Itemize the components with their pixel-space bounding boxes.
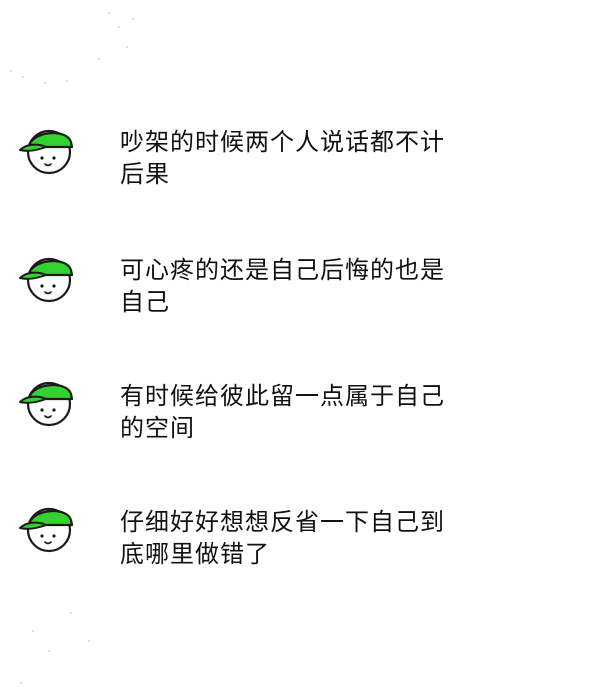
list-item: 有时候给彼此留一点属于自己 的空间 — [0, 370, 600, 460]
page: { "messages": [ { "avatar_icon": "green-… — [0, 0, 600, 700]
message-line-1: 可心疼的还是自己后悔的也是 — [120, 256, 445, 284]
green-cap-face-icon — [18, 496, 80, 556]
green-cap-face-icon — [18, 118, 80, 178]
message-line-2: 的空间 — [120, 414, 195, 442]
list-item: 仔细好好想想反省一下自己到 底哪里做错了 — [0, 496, 600, 586]
message-line-2: 后果 — [120, 160, 170, 188]
message-line-1: 仔细好好想想反省一下自己到 — [120, 508, 445, 536]
green-cap-face-icon — [18, 370, 80, 430]
message-line-1: 有时候给彼此留一点属于自己 — [120, 382, 445, 410]
message-line-2: 自己 — [120, 288, 170, 316]
green-cap-face-icon — [18, 246, 80, 306]
list-item: 吵架的时候两个人说话都不计 后果 — [0, 118, 600, 208]
message-line-2: 底哪里做错了 — [120, 540, 270, 568]
list-item: 可心疼的还是自己后悔的也是 自己 — [0, 246, 600, 336]
message-line-1: 吵架的时候两个人说话都不计 — [120, 128, 445, 156]
